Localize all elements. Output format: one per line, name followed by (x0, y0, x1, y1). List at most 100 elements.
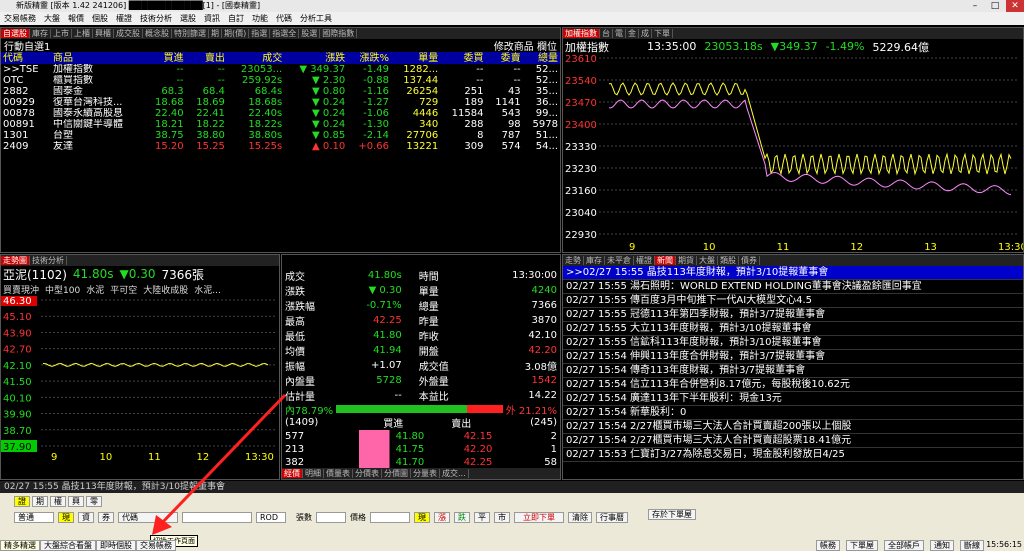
column-header-5[interactable]: 漲跌 (284, 52, 348, 64)
quote-tab-3[interactable]: 分價表 (353, 469, 382, 478)
watchlist-name[interactable]: 行動自選1 (4, 38, 50, 53)
watchlist-tab-0[interactable]: 自選股 (1, 29, 30, 38)
table-row[interactable]: 00929 復華台灣科技... 18.68 18.69 18.68s ▼ 0.24 -1.2… (1, 97, 560, 108)
securities-button[interactable]: 券 (98, 511, 114, 523)
status-item-1[interactable]: 下單屋 (846, 539, 878, 551)
column-header-8[interactable]: 委買 (440, 52, 486, 64)
submit-order-button[interactable]: 立即下單 (514, 511, 564, 523)
menu-item-10[interactable]: 代碼 (272, 14, 296, 23)
price-type-select[interactable]: ROD (256, 511, 286, 523)
news-item[interactable]: 02/27 15:54 傳奇113年度財報，預計3/7提報董事會 (563, 364, 1023, 378)
watchlist-tab-8[interactable]: 期 (209, 29, 222, 38)
index-chart[interactable]: 23610 23540 23470 23400 23330 23230 23160 23040… (563, 54, 1023, 252)
status-item-3[interactable]: 通知 (930, 539, 954, 551)
column-header-1[interactable]: 商品 (50, 52, 145, 64)
page-tab-1[interactable]: 大盤綜合看盤 (40, 539, 96, 551)
code-input[interactable] (182, 511, 252, 523)
news-tab-0[interactable]: 走勢 (563, 256, 584, 265)
calendar-button[interactable]: 行事曆 (596, 511, 628, 523)
news-tab-7[interactable]: 類股 (718, 256, 739, 265)
column-header-2[interactable]: 買進 (144, 52, 186, 64)
modify-items-button[interactable]: 修改商品 (494, 42, 534, 53)
clear-button[interactable]: 清除 (568, 511, 592, 523)
news-item[interactable]: 02/27 15:53 仁寶訂3/27為除息交易日，現金股利發放日4/25 (563, 448, 1023, 462)
table-row[interactable]: OTC 櫃買指數 -- -- 259.92s ▼ 2.30 -0.88 137.44 -- -- 5… (1, 75, 560, 86)
stock-tab-1[interactable]: 技術分析 (30, 256, 67, 265)
news-item[interactable]: 02/27 15:54 廣達113年下半年股利：現金13元 (563, 392, 1023, 406)
watchlist-tab-4[interactable]: 興櫃 (93, 29, 114, 38)
watchlist-tab-6[interactable]: 概念股 (143, 29, 172, 38)
column-header-6[interactable]: 漲跌% (347, 52, 391, 64)
page-tab-0[interactable]: 精多精選 (0, 539, 40, 551)
stock-subtab-0[interactable]: 買賣現沖 (3, 283, 39, 296)
news-tab-8[interactable]: 債券 (739, 256, 760, 265)
quote-tab-1[interactable]: 明細 (303, 469, 324, 478)
table-row[interactable]: 00891 中信關鍵半導體 18.21 18.22 18.22s ▼ 0.24 -1.30 3… (1, 119, 560, 130)
watchlist-tab-13[interactable]: 國際指數 (320, 29, 358, 38)
code-button[interactable]: 代碼 (118, 511, 178, 523)
limit-down-button[interactable]: 跌 (454, 511, 470, 523)
column-header-0[interactable]: 代碼 (1, 52, 51, 64)
ref-price-button[interactable]: 現 (414, 511, 430, 523)
menu-item-8[interactable]: 自訂 (224, 14, 248, 23)
news-item[interactable]: 02/27 15:55 冠德113年第四季財報，預計3/7提報董事會 (563, 308, 1023, 322)
news-tab-2[interactable]: 未平倉 (605, 256, 634, 265)
news-item[interactable]: 02/27 15:54 2/27櫃買市場三大法人合計買賣超200張以上個股 (563, 420, 1023, 434)
status-item-2[interactable]: 全部帳戶 (884, 539, 924, 551)
menu-item-2[interactable]: 報價 (64, 14, 88, 23)
stock-tab-0[interactable]: 走勢圖 (1, 256, 30, 265)
news-tab-6[interactable]: 大盤 (697, 256, 718, 265)
table-row[interactable]: 00878 國泰永續高股息 22.40 22.41 22.40s ▼ 0.24 -1.06 4… (1, 108, 560, 119)
index-tab-0[interactable]: 加權指數 (563, 29, 600, 38)
columns-button[interactable]: 欄位 (537, 42, 557, 53)
order-side-tab-1[interactable]: 期 (32, 495, 48, 507)
index-tab-2[interactable]: 電 (613, 29, 626, 38)
watchlist-tab-5[interactable]: 成交股 (114, 29, 143, 38)
news-item[interactable]: 02/27 15:55 大立113年度財報，預計3/10提報董事會 (563, 322, 1023, 336)
table-row[interactable]: 2409 友達 15.20 15.25 15.25s ▲ 0.10 +0.66 13221 30… (1, 141, 560, 152)
menu-item-1[interactable]: 大盤 (40, 14, 64, 23)
menu-item-9[interactable]: 功能 (248, 14, 272, 23)
column-header-3[interactable]: 賣出 (185, 52, 227, 64)
watchlist-tab-1[interactable]: 庫存 (30, 29, 51, 38)
price-input[interactable] (370, 511, 410, 523)
index-tab-3[interactable]: 金 (626, 29, 639, 38)
news-tab-3[interactable]: 權證 (634, 256, 655, 265)
page-tab-2[interactable]: 即時個股 (96, 539, 136, 551)
finance-button[interactable]: 資 (78, 511, 94, 523)
quote-tab-6[interactable]: 成交... (440, 469, 469, 478)
news-ticker[interactable]: 02/27 15:55 晶技113年度財報，預計3/10提報董事會 (0, 481, 1024, 493)
minimize-icon[interactable]: – (966, 0, 984, 12)
order-side-tab-0[interactable]: 證 (14, 495, 30, 507)
watchlist-tab-9[interactable]: 期(價) (222, 29, 250, 38)
news-item[interactable]: 02/27 15:54 2/27櫃買市場三大法人合計買賣超股票18.41億元 (563, 434, 1023, 448)
watchlist-tab-3[interactable]: 上櫃 (72, 29, 93, 38)
stock-subtab-4[interactable]: 大陸收成股 (143, 283, 188, 296)
status-item-4[interactable]: 斷線 (960, 539, 984, 551)
maximize-icon[interactable]: □ (986, 0, 1004, 12)
table-row[interactable]: >>TSE 加權指數 -- -- 23053... ▼ 349.37 -1.49 1282..… (1, 64, 560, 75)
menu-item-7[interactable]: 資訊 (200, 14, 224, 23)
menu-item-11[interactable]: 分析工具 (296, 14, 336, 23)
menu-item-5[interactable]: 技術分析 (136, 14, 176, 23)
column-header-9[interactable]: 委賣 (485, 52, 523, 64)
stock-subtab-3[interactable]: 平可空 (110, 283, 137, 296)
watchlist-tab-11[interactable]: 指選全 (270, 29, 300, 38)
menu-item-4[interactable]: 權證 (112, 14, 136, 23)
order-side-tab-4[interactable]: 零 (86, 495, 102, 507)
news-tab-5[interactable]: 期貨 (676, 256, 697, 265)
watchlist-tab-12[interactable]: 股選 (299, 29, 321, 38)
menu-item-0[interactable]: 交易帳務 (0, 14, 40, 23)
quote-tab-2[interactable]: 價量表 (324, 469, 353, 478)
quote-tab-0[interactable]: 經價 (282, 469, 303, 478)
news-item[interactable]: 02/27 15:55 傳百度3月中旬推下一代AI大模型文心4.5 (563, 294, 1023, 308)
index-tab-4[interactable]: 成 (639, 29, 652, 38)
market-button[interactable]: 市 (494, 511, 510, 523)
stock-subtab-5[interactable]: 水泥... (194, 283, 221, 296)
table-row[interactable]: 1301 台塑 38.75 38.80 38.80s ▼ 0.85 -2.14 27706 8 7… (1, 130, 560, 141)
menu-item-3[interactable]: 個股 (88, 14, 112, 23)
column-header-10[interactable]: 總量 (522, 52, 560, 64)
stock-subtab-2[interactable]: 水泥 (86, 283, 104, 296)
news-tab-4[interactable]: 新聞 (655, 256, 676, 265)
stock-subtab-1[interactable]: 中型100 (45, 283, 80, 296)
